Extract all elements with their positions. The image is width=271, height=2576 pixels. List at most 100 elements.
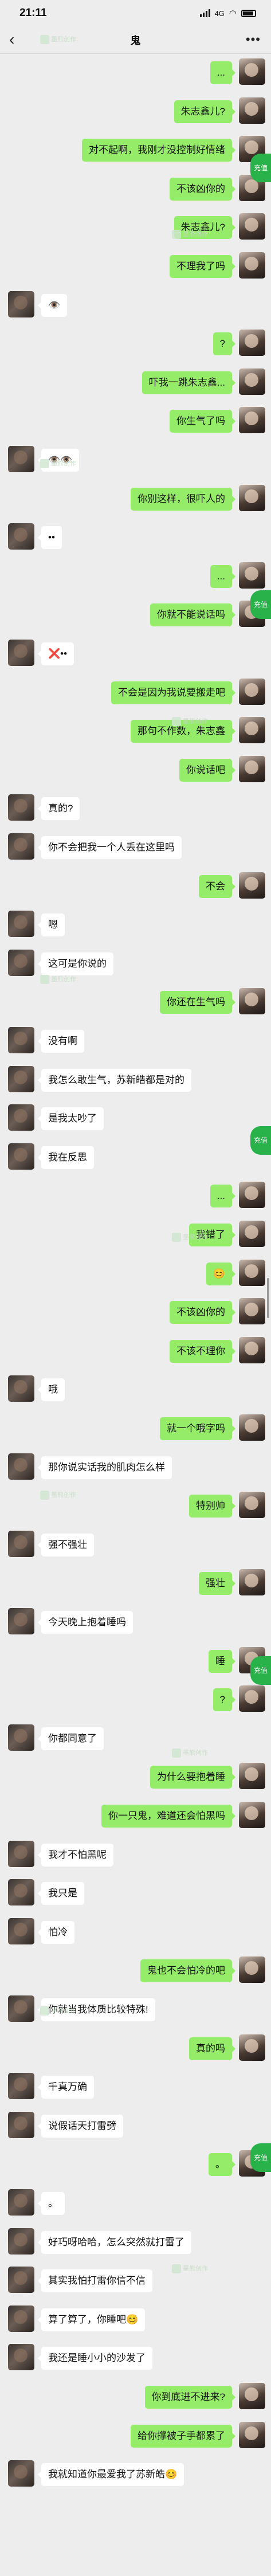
- self-avatar[interactable]: [239, 1956, 265, 1983]
- contact-avatar[interactable]: [8, 2189, 34, 2216]
- self-avatar[interactable]: [239, 407, 265, 433]
- contact-avatar[interactable]: [8, 2267, 34, 2293]
- message-bubble[interactable]: 算了算了，你睡吧😊: [37, 2308, 146, 2331]
- message-bubble[interactable]: 。: [38, 2192, 65, 2215]
- message-bubble[interactable]: 你都同意了: [38, 1727, 104, 1750]
- message-bubble[interactable]: 你生气了吗: [170, 410, 235, 433]
- message-bubble[interactable]: 今天晚上抱着睡吗: [38, 1611, 133, 1634]
- self-avatar[interactable]: [239, 872, 265, 899]
- recharge-badge[interactable]: 充值: [250, 154, 271, 182]
- recharge-badge[interactable]: 充值: [250, 2143, 271, 2172]
- message-bubble[interactable]: 你还在生气吗: [160, 991, 235, 1014]
- contact-avatar[interactable]: [8, 2112, 34, 2138]
- message-bubble[interactable]: 给你撑被子手都累了: [131, 2425, 235, 2448]
- self-avatar[interactable]: [239, 213, 265, 240]
- message-bubble[interactable]: 对不起啊，我刚才没控制好情绪: [82, 139, 235, 162]
- message-bubble[interactable]: 不该凶你的: [170, 178, 235, 201]
- message-bubble[interactable]: 真的吗: [189, 2037, 235, 2060]
- self-avatar[interactable]: [239, 679, 265, 705]
- message-bubble[interactable]: 嗯: [38, 913, 65, 936]
- message-bubble[interactable]: ...: [210, 565, 236, 588]
- message-bubble[interactable]: 朱志鑫儿?: [174, 216, 236, 239]
- self-avatar[interactable]: [239, 97, 265, 124]
- message-bubble[interactable]: 强壮: [199, 1572, 235, 1595]
- message-bubble[interactable]: 👁️: [37, 294, 68, 317]
- message-bubble[interactable]: 怕冷: [38, 1921, 74, 1944]
- contact-avatar[interactable]: [8, 1104, 34, 1131]
- contact-avatar[interactable]: [8, 1066, 34, 1092]
- message-bubble[interactable]: 你说话吧: [179, 759, 235, 782]
- message-bubble[interactable]: 我就知道你最爱我了苏新皓😊: [37, 2463, 184, 2486]
- message-bubble[interactable]: 哦: [38, 1378, 65, 1401]
- self-avatar[interactable]: [239, 1260, 265, 1286]
- self-avatar[interactable]: [239, 330, 265, 356]
- contact-avatar[interactable]: [8, 1453, 34, 1480]
- contact-avatar[interactable]: [8, 446, 34, 472]
- message-bubble[interactable]: 没有啊: [38, 1030, 84, 1053]
- message-bubble[interactable]: 不该凶你的: [170, 1301, 235, 1324]
- self-avatar[interactable]: [239, 58, 265, 85]
- contact-avatar[interactable]: [8, 2228, 34, 2255]
- message-bubble[interactable]: 你就当我体质比较特殊!: [38, 1998, 155, 2021]
- self-avatar[interactable]: [239, 1221, 265, 1247]
- message-bubble[interactable]: 特别帅: [189, 1495, 235, 1518]
- self-avatar[interactable]: [239, 1414, 265, 1441]
- message-bubble[interactable]: 不理我了吗: [170, 255, 235, 278]
- self-avatar[interactable]: [239, 2034, 265, 2061]
- contact-avatar[interactable]: [8, 1531, 34, 1557]
- message-bubble[interactable]: 不会: [199, 875, 235, 898]
- message-bubble[interactable]: 你别这样，很吓人的: [131, 488, 235, 511]
- contact-avatar[interactable]: [8, 1918, 34, 1944]
- message-bubble[interactable]: 👁️👁️: [37, 449, 80, 472]
- contact-avatar[interactable]: [8, 1879, 34, 1905]
- message-bubble[interactable]: 真的?: [37, 797, 80, 820]
- message-bubble[interactable]: 你到底进不进来?: [144, 2386, 236, 2409]
- message-bubble[interactable]: 睡: [209, 1650, 235, 1673]
- message-bubble[interactable]: 我怎么敢生气，苏新皓都是对的: [38, 1069, 191, 1092]
- recharge-badge[interactable]: 充值: [250, 1126, 271, 1155]
- message-bubble[interactable]: ❌••: [37, 642, 74, 665]
- contact-avatar[interactable]: [8, 2073, 34, 2099]
- self-avatar[interactable]: [239, 562, 265, 589]
- message-bubble[interactable]: 说假话天打雷劈: [38, 2115, 123, 2138]
- self-avatar[interactable]: [239, 252, 265, 279]
- self-avatar[interactable]: [239, 485, 265, 511]
- contact-avatar[interactable]: [8, 2344, 34, 2370]
- self-avatar[interactable]: [239, 1182, 265, 1208]
- message-bubble[interactable]: 我错了: [189, 1224, 235, 1246]
- contact-avatar[interactable]: [8, 1143, 34, 1170]
- contact-avatar[interactable]: [8, 291, 34, 317]
- more-dots-icon[interactable]: •••: [246, 32, 261, 47]
- self-avatar[interactable]: [239, 2422, 265, 2448]
- message-bubble[interactable]: 千真万确: [38, 2076, 94, 2099]
- contact-avatar[interactable]: [8, 1375, 34, 1402]
- self-avatar[interactable]: [239, 756, 265, 782]
- contact-avatar[interactable]: [8, 911, 34, 937]
- message-bubble[interactable]: ?: [213, 332, 236, 355]
- message-bubble[interactable]: ...: [210, 61, 236, 84]
- self-avatar[interactable]: [239, 1337, 265, 1363]
- message-bubble[interactable]: 。: [209, 2153, 235, 2176]
- message-bubble[interactable]: 为什么要抱着睡: [150, 1766, 235, 1789]
- self-avatar[interactable]: [239, 988, 265, 1014]
- message-bubble[interactable]: 是我太吵了: [38, 1107, 104, 1130]
- message-bubble[interactable]: 吓我一跳朱志鑫...: [142, 371, 236, 394]
- message-bubble[interactable]: ••: [38, 526, 62, 549]
- message-bubble[interactable]: 不会是因为我说要搬走吧: [111, 681, 235, 704]
- message-bubble[interactable]: 不该不理你: [170, 1340, 235, 1363]
- recharge-badge[interactable]: 充值: [250, 1656, 271, 1685]
- message-bubble[interactable]: 那句不作数，朱志鑫: [131, 720, 235, 743]
- message-bubble[interactable]: 就一个哦字吗: [160, 1417, 235, 1440]
- self-avatar[interactable]: [239, 368, 265, 395]
- message-bubble[interactable]: 😊: [206, 1262, 236, 1285]
- contact-avatar[interactable]: [8, 523, 34, 550]
- message-bubble[interactable]: 鬼也不会怕冷的吧: [140, 1959, 235, 1982]
- message-bubble[interactable]: 那你说实话我的肌肉怎么样: [38, 1456, 172, 1479]
- self-avatar[interactable]: [239, 717, 265, 743]
- contact-avatar[interactable]: [8, 833, 34, 860]
- message-bubble[interactable]: ?: [213, 1688, 236, 1711]
- message-bubble[interactable]: 你一只鬼，难道还会怕黑吗: [101, 1805, 235, 1828]
- self-avatar[interactable]: [239, 1802, 265, 1828]
- self-avatar[interactable]: [239, 1298, 265, 1324]
- message-bubble[interactable]: ...: [210, 1185, 236, 1207]
